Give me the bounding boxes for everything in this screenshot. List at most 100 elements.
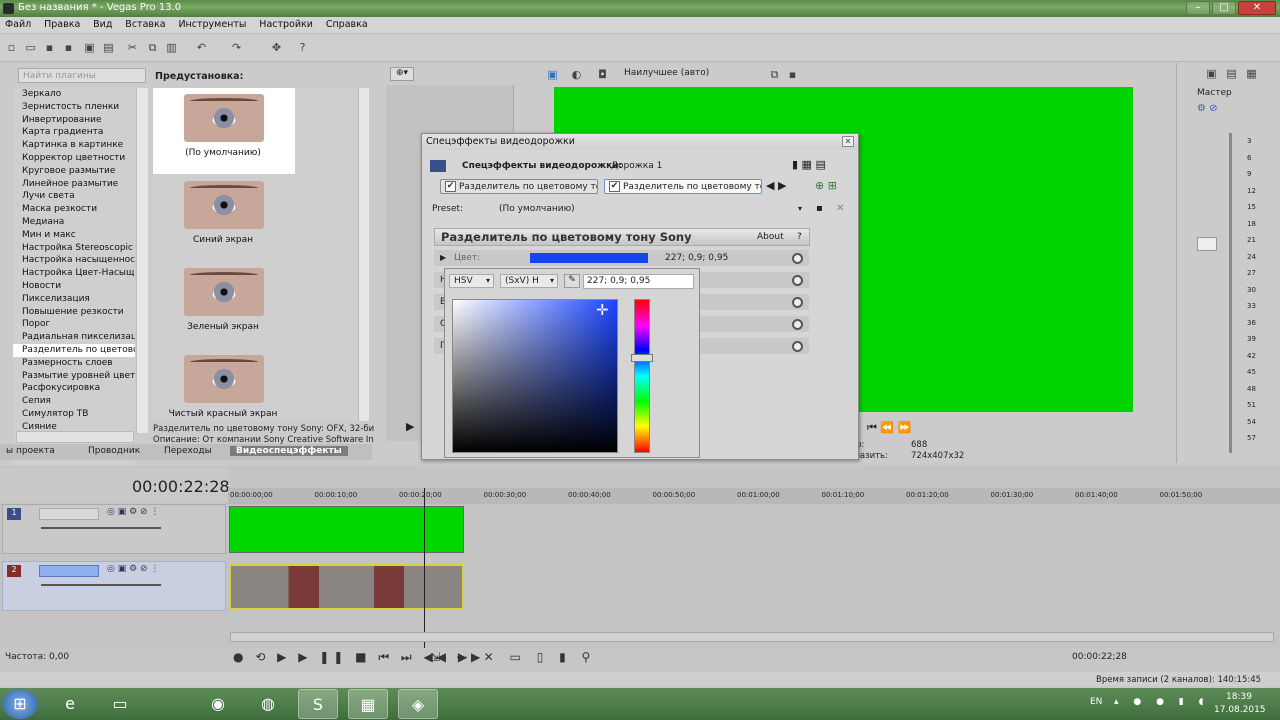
expand-color-icon[interactable]: ▶: [440, 253, 446, 262]
close-button[interactable]: ✕: [1238, 1, 1276, 15]
plugin-list-item[interactable]: Разделитель по цветовому: [13, 343, 135, 357]
master-menu-icon[interactable]: ▦: [1245, 67, 1258, 80]
preview-transport[interactable]: ⏮ ⏪ ⏩: [867, 421, 911, 435]
paste-icon[interactable]: ▥: [165, 41, 178, 54]
event-pan-icon[interactable]: ✥: [270, 41, 283, 54]
track-2-name-field[interactable]: [39, 565, 99, 577]
timeline-ruler[interactable]: 00:00:00;00 00:00:10;00 00:00:20;00 00:00:3…: [228, 488, 1280, 504]
picker-crosshair-icon[interactable]: ✛: [596, 301, 609, 319]
fx-chain-nav-icons[interactable]: ◀ ▶: [766, 179, 786, 192]
tab-explorer[interactable]: Проводник: [88, 446, 140, 456]
split-screen-icon[interactable]: ◘: [596, 68, 609, 81]
saturation-value-field[interactable]: ✛: [452, 299, 618, 453]
save-as-icon[interactable]: ▪: [62, 41, 75, 54]
preset-thumb-blue[interactable]: [184, 181, 264, 229]
fx-tab-2-checkbox[interactable]: ✔: [609, 181, 620, 192]
maximize-button[interactable]: □: [1212, 1, 1236, 15]
menu-help[interactable]: Справка: [321, 17, 373, 30]
plugin-search-input[interactable]: Найти плагины: [18, 68, 146, 83]
ie-icon[interactable]: e: [50, 689, 90, 719]
tray-icons[interactable]: ▴ ● ● ▮ ◖: [1114, 697, 1209, 707]
hue-slider-handle[interactable]: [631, 354, 653, 362]
track-2-level-slider[interactable]: [41, 584, 161, 586]
firefox-icon[interactable]: ◍: [248, 689, 288, 719]
menu-file[interactable]: Файл: [0, 17, 36, 30]
keyframe-clock-icon[interactable]: [792, 275, 803, 286]
track-1-level-slider[interactable]: [41, 527, 161, 529]
help-button[interactable]: ?: [797, 232, 802, 242]
plugin-list-item[interactable]: Пикселизация: [13, 293, 135, 306]
plugin-list-item[interactable]: Зернистость пленки: [13, 101, 135, 114]
render-icon[interactable]: ▣: [83, 41, 96, 54]
plugin-list-item[interactable]: Карта градиента: [13, 126, 135, 139]
plugin-list-item[interactable]: Размерность слоев: [13, 357, 135, 370]
start-button[interactable]: ⊞: [2, 689, 38, 719]
plugin-list-item[interactable]: Порог: [13, 318, 135, 331]
plugin-list-item[interactable]: Настройка насыщенности: [13, 254, 135, 267]
copy-snapshot-icon[interactable]: ⧉: [768, 68, 781, 81]
master-fader-handle[interactable]: [1197, 237, 1217, 251]
copy-icon[interactable]: ⧉: [146, 41, 159, 54]
track-2-controls[interactable]: ◎ ▣ ⚙ ⊘ ⋮: [107, 564, 159, 574]
plugin-list-item[interactable]: Настройка Цвет-Насыщ.-Я: [13, 267, 135, 280]
plugin-list-item[interactable]: Радиальная пикселизация: [13, 331, 135, 344]
undo-icon[interactable]: ↶: [195, 41, 208, 54]
external-monitor-icon[interactable]: ◐: [570, 68, 583, 81]
whats-this-icon[interactable]: ?: [296, 41, 309, 54]
green-screen-clip[interactable]: [229, 506, 464, 553]
snap-dropdown[interactable]: ⊕▾: [390, 67, 414, 81]
preset-scrollbar[interactable]: [358, 88, 369, 421]
language-indicator[interactable]: EN: [1090, 697, 1102, 707]
minimize-button[interactable]: –: [1186, 1, 1210, 15]
plugin-list-item[interactable]: Маска резкости: [13, 203, 135, 216]
plugin-list-item[interactable]: Лучи света: [13, 190, 135, 203]
fx-chain-view-icons[interactable]: ▮ ▦ ▤: [792, 158, 826, 171]
redo-icon[interactable]: ↷: [230, 41, 243, 54]
tab-project-media[interactable]: ы проекта: [6, 446, 55, 456]
plugin-list-item[interactable]: Зеркало: [13, 88, 135, 101]
plugin-list-item[interactable]: Инвертирование: [13, 114, 135, 127]
keyframe-clock-icon[interactable]: [792, 297, 803, 308]
fx-tab-2[interactable]: ✔ Разделитель по цветовому тону: [604, 179, 762, 194]
keyframe-clock-icon[interactable]: [792, 319, 803, 330]
tab-transitions[interactable]: Переходы: [164, 446, 212, 456]
hue-slider[interactable]: [631, 299, 653, 453]
plugin-hscrollbar[interactable]: [16, 431, 134, 443]
plugin-list-item[interactable]: Круговое размытие: [13, 165, 135, 178]
plugin-list-item[interactable]: Мин и макс: [13, 229, 135, 242]
fx-dialog-close-button[interactable]: ✕: [842, 136, 854, 147]
save-snapshot-icon[interactable]: ▪: [786, 68, 799, 81]
road-footage-clip[interactable]: [229, 564, 464, 610]
plugin-list-item[interactable]: Симулятор ТВ: [13, 408, 135, 421]
video-track-2-header[interactable]: 2 ◎ ▣ ⚙ ⊘ ⋮: [2, 561, 226, 611]
cut-icon[interactable]: ✂: [126, 41, 139, 54]
explorer-icon[interactable]: ▭: [100, 689, 140, 719]
plugin-list-item[interactable]: Сепия: [13, 395, 135, 408]
color-swatch[interactable]: [530, 253, 648, 263]
plugin-list-item[interactable]: Расфокусировка: [13, 382, 135, 395]
vegas-taskbar-icon[interactable]: ▦: [348, 689, 388, 719]
preview-quality-select[interactable]: Наилучшее (авто): [624, 68, 714, 78]
other-app-icon[interactable]: ◈: [398, 689, 438, 719]
master-fx-icon[interactable]: ▤: [1225, 67, 1238, 80]
color-channel-select[interactable]: (SxV) H ▾: [500, 274, 558, 288]
menu-options[interactable]: Настройки: [254, 17, 318, 30]
menu-view[interactable]: Вид: [88, 17, 117, 30]
color-model-select[interactable]: HSV ▾: [449, 274, 494, 288]
fx-tab-1[interactable]: ✔ Разделитель по цветовому тону: [440, 179, 598, 194]
open-icon[interactable]: ▭: [24, 41, 37, 54]
properties-icon[interactable]: ▤: [102, 41, 115, 54]
plugin-list-item[interactable]: Размытие уровней цветност: [13, 370, 135, 383]
preset-thumb-green[interactable]: [184, 268, 264, 316]
preset-thumb-default[interactable]: [184, 94, 264, 142]
plugin-list-scrollbar[interactable]: [136, 88, 148, 433]
tab-video-fx[interactable]: Видеоспецэффекты: [230, 446, 348, 456]
track-1-name-field[interactable]: [39, 508, 99, 520]
trimmer-play-icon[interactable]: ▶: [406, 420, 414, 433]
keyframe-clock-icon[interactable]: [792, 253, 803, 264]
save-preset-icon[interactable]: ▪: [816, 203, 823, 214]
master-props-icon[interactable]: ▣: [1205, 67, 1218, 80]
fx-chain-add-icons[interactable]: ⊕ ⊞: [815, 179, 837, 192]
plugin-list-item[interactable]: Линейное размытие: [13, 178, 135, 191]
master-fx-buttons[interactable]: ⚙ ⊘: [1197, 103, 1218, 114]
